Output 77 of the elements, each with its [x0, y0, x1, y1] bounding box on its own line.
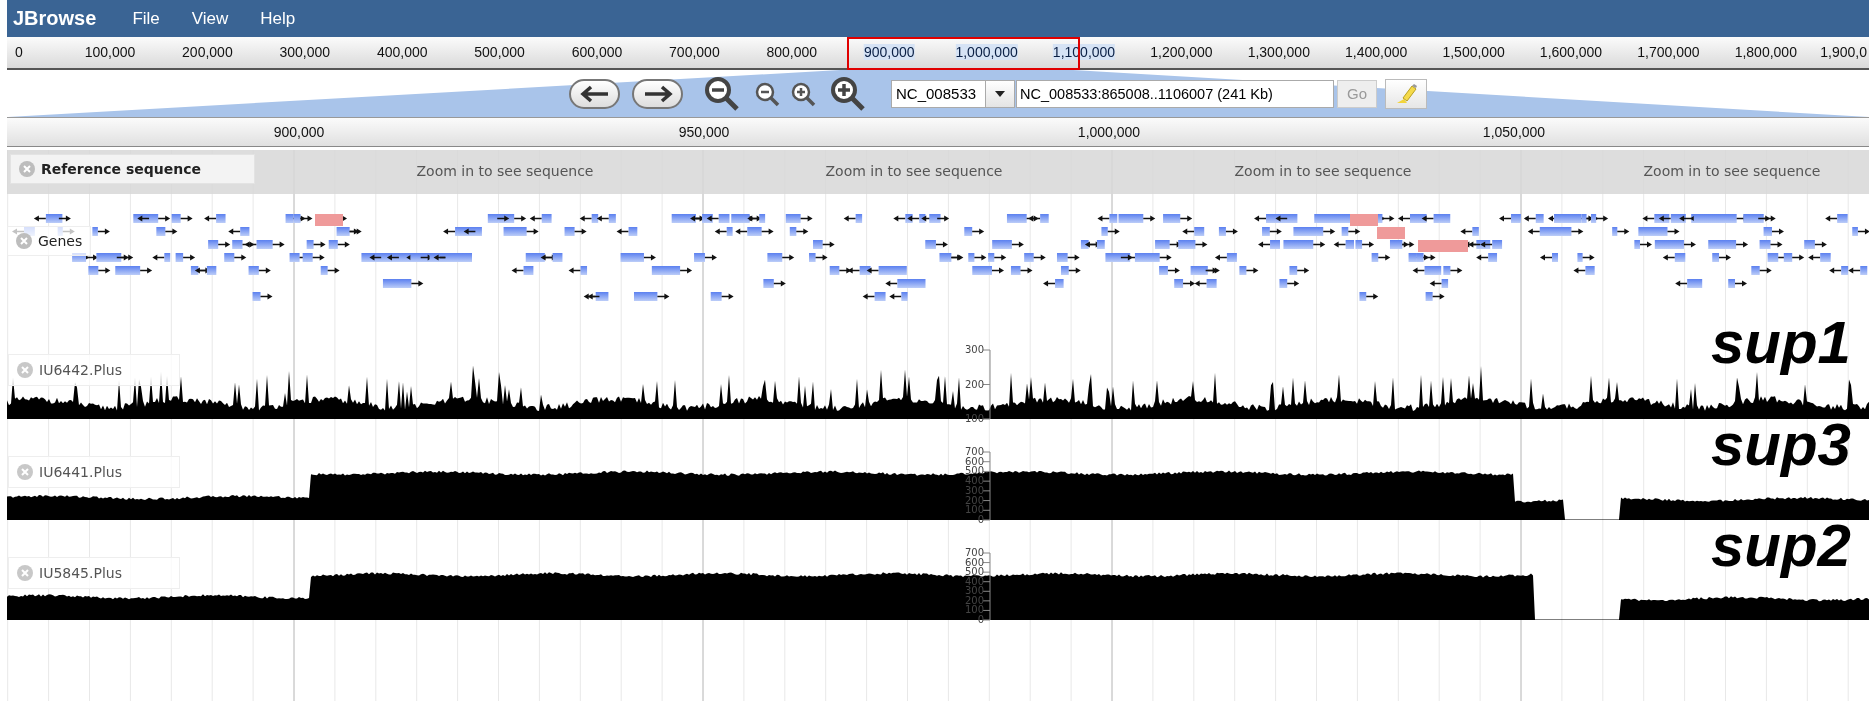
y-axis: [982, 349, 991, 420]
ruler-label: 1,500,000: [1442, 44, 1505, 60]
ruler-label: 950,000: [678, 124, 730, 140]
app-title: JBrowse: [13, 7, 97, 30]
left-arrow-icon: [579, 84, 610, 103]
annotation-label: sup1: [1710, 310, 1851, 376]
track-name: Genes: [38, 233, 83, 249]
annotation-label: sup3: [1710, 412, 1851, 478]
ruler-label: 300,000: [279, 44, 331, 60]
zoom-in-icon: [829, 74, 867, 113]
ruler-label: 0: [15, 44, 23, 60]
ruler-label: 100,000: [84, 44, 136, 60]
y-tick-label: 200: [964, 379, 984, 390]
track-name: IU6441.Plus: [39, 464, 122, 480]
y-tick-label: 500: [964, 466, 984, 477]
ruler-label: 1,000,000: [1077, 124, 1141, 140]
pan-left-button[interactable]: [569, 78, 620, 109]
ruler-label: 500,000: [474, 44, 525, 60]
ruler-label: 600,000: [571, 44, 623, 60]
pan-right-button[interactable]: [632, 78, 683, 109]
ruler-label: 800,000: [766, 44, 818, 60]
sequence-message: Zoom in to see sequence: [1643, 163, 1821, 179]
annotation-label: sup2: [1710, 513, 1851, 579]
y-tick-label: 400: [964, 576, 984, 587]
menu-item[interactable]: Help: [246, 8, 310, 29]
zoom-out-button[interactable]: [754, 80, 780, 107]
ruler-label: 1,400,000: [1345, 44, 1408, 60]
menu-item[interactable]: File: [118, 8, 174, 29]
y-tick-label: 300: [964, 485, 984, 496]
ruler-label: 900,000: [863, 44, 915, 60]
zoom-out-icon: [754, 80, 780, 107]
y-tick-label: 700: [964, 548, 984, 558]
zoom-out-button[interactable]: [703, 74, 741, 113]
y-tick-label: 300: [964, 586, 984, 597]
reference-select[interactable]: NC_008533: [891, 79, 1015, 108]
y-tick-label: 100: [964, 505, 984, 516]
sequence-message: Zoom in to see sequence: [416, 163, 594, 179]
y-tick-label: 0: [977, 615, 984, 625]
right-arrow-icon: [642, 84, 673, 103]
ruler-label: 1,200,000: [1150, 44, 1213, 60]
y-axis: [982, 552, 991, 621]
y-tick-label: 200: [964, 595, 984, 606]
location-field[interactable]: NC_008533:865008..1106007 (241 Kb): [1016, 79, 1334, 108]
zoom-in-icon: [790, 80, 816, 107]
y-tick-label: 300: [964, 345, 984, 355]
ruler-label: 200,000: [182, 44, 233, 60]
track-name: Reference sequence: [41, 161, 201, 177]
zoom-in-button[interactable]: [790, 80, 816, 107]
y-tick-label: 700: [964, 447, 984, 457]
sequence-message: Zoom in to see sequence: [825, 163, 1003, 179]
ruler-label: 400,000: [376, 44, 428, 60]
caret-icon: [995, 90, 1005, 97]
highlighter-icon: [1395, 82, 1417, 105]
zoom-out-icon: [703, 74, 741, 113]
track-name: IU5845.Plus: [39, 565, 122, 581]
y-tick-label: 600: [964, 456, 984, 467]
ruler-label: 1,050,000: [1482, 124, 1546, 140]
y-tick-label: 400: [964, 476, 984, 487]
y-tick-label: 600: [964, 557, 984, 568]
menu-item[interactable]: View: [177, 8, 243, 29]
ruler-label: 1,600,000: [1539, 44, 1603, 60]
y-tick-label: 100: [964, 414, 984, 424]
ruler-label: 1,000,000: [955, 44, 1018, 60]
y-tick-label: 100: [964, 605, 984, 616]
zoom-in-button[interactable]: [829, 74, 867, 113]
y-tick-label: 200: [964, 495, 984, 506]
ruler-label: 1,700,000: [1637, 44, 1700, 60]
y-tick-label: 500: [964, 567, 984, 578]
ruler-label: 900,000: [273, 124, 325, 140]
sequence-message: Zoom in to see sequence: [1234, 163, 1412, 179]
ruler-label: 700,000: [669, 44, 720, 60]
y-tick-label: 0: [977, 515, 984, 525]
y-axis: [982, 451, 991, 521]
ruler-label: 1,800,000: [1734, 44, 1797, 60]
track-name: IU6442.Plus: [39, 362, 122, 378]
ruler-label: 1,900,0: [1820, 44, 1867, 60]
ruler-label: 1,300,000: [1247, 44, 1310, 60]
